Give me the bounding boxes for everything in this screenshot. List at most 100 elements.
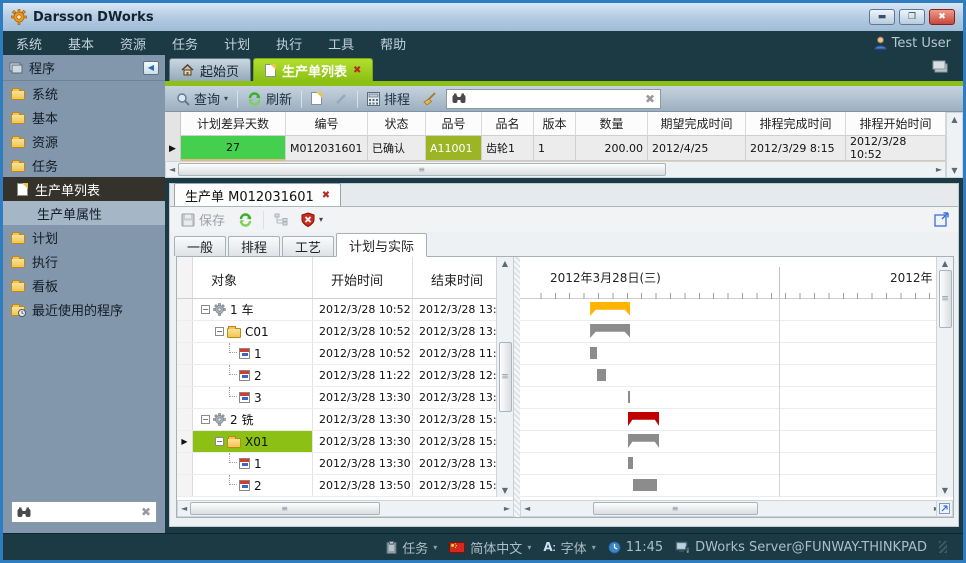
tree-row[interactable]: 1 2012/3/28 13:30 2012/3/28 13:50 [177,453,513,475]
subtab-一般[interactable]: 一般 [174,236,226,256]
column-header-期望完成时间[interactable]: 期望完成时间 [648,112,746,136]
tab-close-icon[interactable]: ✖ [353,65,361,76]
menu-item-系统[interactable]: 系统 [3,38,55,53]
sidebar-item-资源[interactable]: 资源 [3,129,165,153]
grid-cell-编号[interactable]: M012031601 [286,136,368,161]
font-dropdown-icon[interactable]: ▾ [592,543,596,552]
gantt-bar-2[interactable] [633,479,657,491]
sidebar-item-执行[interactable]: 执行 [3,249,165,273]
language-menu[interactable]: 简体中文 ▾ [449,538,531,557]
menu-item-执行[interactable]: 执行 [263,38,315,53]
gantt-bar-3[interactable] [628,391,630,403]
validate-button[interactable]: ▾ [298,211,326,228]
query-button[interactable]: 查询 ▾ [173,88,231,109]
subtab-工艺[interactable]: 工艺 [282,236,334,256]
tree-row[interactable]: 2 2012/3/28 13:50 2012/3/28 15:30 [177,475,513,497]
tree-row[interactable]: −C01 2012/3/28 10:52 2012/3/28 13:40 [177,321,513,343]
column-header-数量[interactable]: 数量 [576,112,648,136]
sidebar-item-计划[interactable]: 计划 [3,225,165,249]
maximize-button[interactable]: ❐ [899,9,925,25]
gantt-bar-1[interactable] [628,457,633,469]
schedule-button[interactable]: 排程 [364,88,413,109]
gantt-bar-X01[interactable] [628,434,659,448]
menu-item-基本[interactable]: 基本 [55,38,107,53]
grid-cell-状态[interactable]: 已确认 [368,136,426,161]
sidebar-item-任务[interactable]: 任务 [3,153,165,177]
tree-cell-object[interactable]: 2 [193,475,313,496]
close-button[interactable]: ✖ [929,9,955,25]
sidebar-item-最近使用的程序[interactable]: 最近使用的程序 [3,297,165,321]
tab-起始页[interactable]: 起始页 [169,58,251,81]
menu-item-帮助[interactable]: 帮助 [367,38,419,53]
user-indicator[interactable]: Test User [874,36,951,51]
task-dropdown-icon[interactable]: ▾ [433,543,437,552]
column-header-状态[interactable]: 状态 [368,112,426,136]
expander-icon[interactable]: − [201,415,210,424]
edit-button[interactable] [331,91,351,107]
grid-cell-排程完成时间[interactable]: 2012/3/29 8:15 [746,136,846,161]
sidebar-search-box[interactable]: ✖ [11,501,157,523]
expander-icon[interactable]: − [201,305,210,314]
clear-filter-icon[interactable]: ✖ [645,92,655,106]
tab-生产单列表[interactable]: 生产单列表✖ [253,58,373,81]
menu-item-工具[interactable]: 工具 [315,38,367,53]
column-header-排程开始时间[interactable]: 排程开始时间 [846,112,946,136]
column-header-排程完成时间[interactable]: 排程完成时间 [746,112,846,136]
gantt-popout-button[interactable] [936,500,953,517]
gantt-bar-1 车[interactable] [590,302,630,316]
tree-row[interactable]: 1 2012/3/28 10:52 2012/3/28 11:22 [177,343,513,365]
column-header-品名[interactable]: 品名 [482,112,534,136]
grid-vertical-scrollbar[interactable]: ▲▼ [946,112,963,178]
gantt-bar-2[interactable] [597,369,606,381]
gantt-vertical-scrollbar[interactable]: ▲≡ ▼ [936,257,953,497]
grid-cell-期望完成时间[interactable]: 2012/4/25 [648,136,746,161]
grid-cell-版本[interactable]: 1 [534,136,576,161]
grid-cell-计划差异天数[interactable]: 27 [181,136,286,161]
sidebar-item-基本[interactable]: 基本 [3,105,165,129]
sidebar-collapse-button[interactable]: ◀ [143,61,159,75]
tree-column-开始时间[interactable]: 开始时间 [313,257,413,298]
column-header-计划差异天数[interactable]: 计划差异天数 [181,112,286,136]
subtab-计划与实际[interactable]: 计划与实际 [336,233,427,257]
tree-horizontal-scrollbar[interactable]: ◄ ≡ ► [177,500,514,517]
gantt-bar-C01[interactable] [590,324,630,338]
task-status-menu[interactable]: 任务 ▾ [386,538,437,557]
tree-row[interactable]: −1 车 2012/3/28 10:52 2012/3/28 13:40 [177,299,513,321]
tree-cell-object[interactable]: 1 [193,453,313,474]
new-button[interactable] [308,91,325,106]
tree-vertical-scrollbar[interactable]: ▲≡▼ [496,257,513,497]
expander-icon[interactable]: − [215,437,224,446]
column-header-版本[interactable]: 版本 [534,112,576,136]
grid-cell-品名[interactable]: 齿轮1 [482,136,534,161]
detail-tab-close-icon[interactable]: ✖ [322,190,330,201]
tree-row[interactable]: 3 2012/3/28 13:30 2012/3/28 13:40 [177,387,513,409]
detail-refresh-button[interactable] [235,211,256,228]
validate-dropdown-icon[interactable]: ▾ [319,215,323,224]
tree-cell-object[interactable]: −X01 [193,431,313,452]
column-header-品号[interactable]: 品号 [426,112,482,136]
row-selector[interactable]: ▶ [165,136,181,161]
menu-item-任务[interactable]: 任务 [159,38,211,53]
expander-icon[interactable]: − [215,327,224,336]
gantt-horizontal-scrollbar[interactable]: ◄ ≡ ► [520,500,944,517]
sidebar-item-看板[interactable]: 看板 [3,273,165,297]
grid-cell-数量[interactable]: 200.00 [576,136,648,161]
language-dropdown-icon[interactable]: ▾ [527,543,531,552]
tree-column-对象[interactable]: 对象 [193,257,313,298]
refresh-button[interactable]: 刷新 [244,88,295,109]
menu-item-资源[interactable]: 资源 [107,38,159,53]
detail-document-tab[interactable]: 生产单 M012031601 ✖ [174,183,341,206]
query-dropdown-icon[interactable]: ▾ [224,94,228,103]
tree-cell-object[interactable]: 1 [193,343,313,364]
clear-search-icon[interactable]: ✖ [141,505,151,519]
popout-window-icon[interactable] [934,212,950,227]
tree-cell-object[interactable]: 3 [193,387,313,408]
tree-cell-object[interactable]: −1 车 [193,299,313,320]
grid-cell-排程开始时间[interactable]: 2012/3/28 10:52 [846,136,946,161]
gantt-bar-1[interactable] [590,347,597,359]
hierarchy-button[interactable] [271,212,291,227]
font-menu[interactable]: A⁚ 字体 ▾ [543,538,595,557]
tree-row[interactable]: ▶ −X01 2012/3/28 13:30 2012/3/28 15:40 [177,431,513,453]
tree-cell-object[interactable]: −2 铣 [193,409,313,430]
subtab-排程[interactable]: 排程 [228,236,280,256]
